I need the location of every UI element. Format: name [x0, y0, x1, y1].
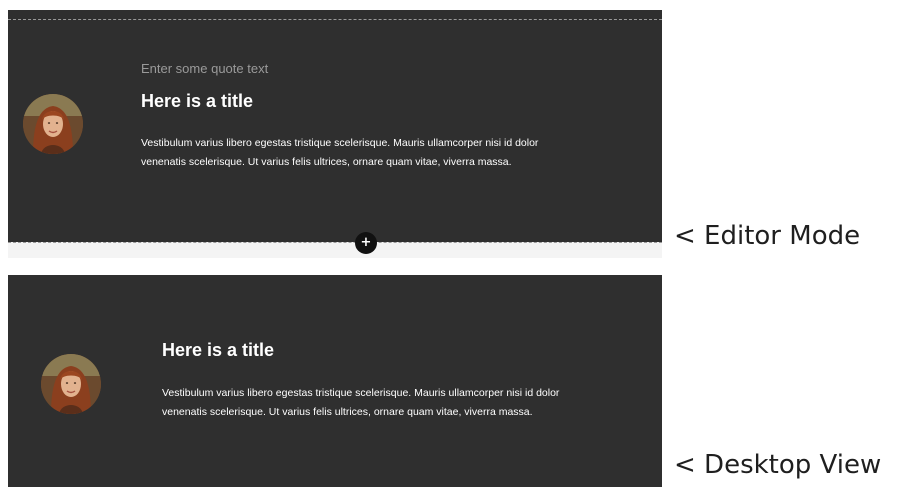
- desktop-body-line-1: Vestibulum varius libero egestas tristiq…: [162, 387, 560, 399]
- editor-top-guide: [8, 19, 662, 20]
- editor-body-line-1: Vestibulum varius libero egestas tristiq…: [141, 137, 539, 149]
- desktop-avatar: [41, 354, 101, 414]
- editor-mode-label: < Editor Mode: [674, 221, 861, 251]
- editor-mode-frame: Enter some quote text Here is a title Ve…: [8, 10, 662, 258]
- add-block-button[interactable]: +: [355, 232, 377, 254]
- editor-body-text[interactable]: Vestibulum varius libero egestas tristiq…: [141, 134, 581, 172]
- editor-testimonial-block[interactable]: Enter some quote text Here is a title Ve…: [8, 10, 662, 242]
- editor-title[interactable]: Here is a title: [141, 91, 253, 112]
- desktop-testimonial-block: Here is a title Vestibulum varius libero…: [8, 275, 662, 487]
- desktop-body-line-2: venenatis scelerisque. Ut varius felis u…: [162, 406, 533, 418]
- portrait-image: [41, 354, 101, 414]
- desktop-title: Here is a title: [162, 340, 275, 360]
- desktop-view-label: < Desktop View: [674, 450, 882, 480]
- portrait-image: [23, 94, 83, 154]
- quote-text-placeholder[interactable]: Enter some quote text: [141, 61, 268, 76]
- comparison-canvas: Enter some quote text Here is a title Ve…: [0, 0, 898, 500]
- editor-body-line-2: venenatis scelerisque. Ut varius felis u…: [141, 156, 512, 168]
- editor-bottom-guide: [8, 242, 662, 243]
- plus-icon: +: [360, 235, 372, 250]
- desktop-body-text: Vestibulum varius libero egestas tristiq…: [162, 384, 602, 422]
- editor-avatar: [23, 94, 83, 154]
